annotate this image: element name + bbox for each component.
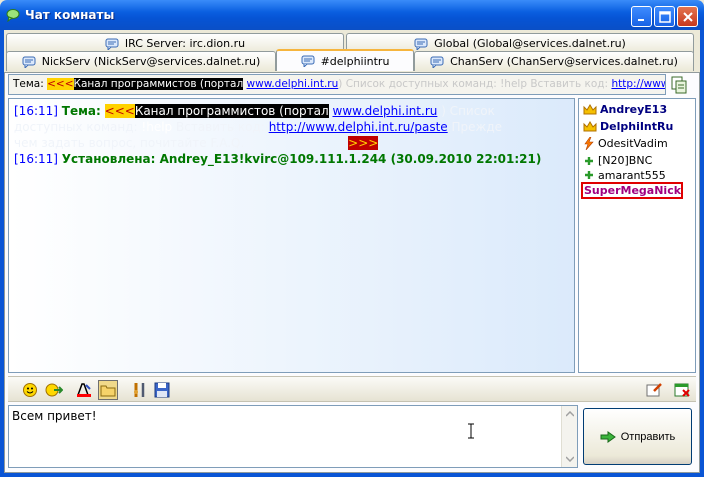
nick-name: DelphiIntRu [600, 120, 674, 133]
save-icon [154, 382, 170, 398]
message-input[interactable]: Всем привет! [8, 405, 578, 468]
nick-name: AndreyE13 [600, 103, 668, 116]
scroll-up-button[interactable] [562, 406, 578, 422]
settings-button[interactable] [130, 380, 150, 400]
faded-text: доступных команд: [14, 120, 138, 134]
topic-arrows: <<< [47, 78, 74, 90]
chevron-up-icon [566, 411, 574, 417]
send-action-button[interactable] [44, 380, 64, 400]
topic-link[interactable]: www.delphi.int.ru [333, 104, 438, 118]
plus-icon [585, 171, 593, 179]
nick-item[interactable]: [N20]BNC [579, 152, 695, 169]
topic-label: Тема: [61, 104, 101, 118]
plus-icon [585, 156, 593, 165]
lightning-icon [584, 137, 594, 150]
nick-item[interactable]: AndreyE13 [579, 101, 695, 118]
topic-label: Тема: [13, 78, 44, 90]
crown-icon [583, 103, 597, 114]
paste-link[interactable]: http://www.delphi.int.ru/paste [269, 120, 448, 134]
faded-text: чем задать вопрос, почитайте F.A.Q. [14, 136, 245, 150]
crown-icon [583, 120, 597, 131]
nick-item-highlighted[interactable]: SuperMegaNick [581, 182, 683, 199]
chat-message: [16:11] Установлена: Andrey_E13!kvirc@10… [14, 151, 569, 167]
clear-input-button[interactable] [644, 380, 664, 400]
chat-bubble-icon [6, 9, 20, 22]
maximize-icon [659, 11, 671, 23]
chat-tab-icon [430, 56, 444, 68]
close-window-icon [674, 383, 690, 397]
nick-item[interactable]: amarant555 [579, 169, 695, 181]
nick-item[interactable]: DelphiIntRu [579, 118, 695, 135]
format-toolbar [8, 376, 696, 402]
tab-label: IRC Server: irc.dion.ru [124, 37, 246, 50]
arrow-right-icon [600, 430, 616, 443]
nick-name: [N20]BNC [598, 154, 653, 167]
log-button[interactable] [98, 380, 118, 400]
tab-label: Global (Global@services.dalnet.ru) [434, 37, 626, 50]
input-scrollbar[interactable] [561, 406, 577, 467]
tab-label: #delphiintru [320, 54, 390, 68]
nick-name: amarant555 [598, 169, 666, 181]
nick-list[interactable]: AndreyE13 DelphiIntRu OdesitVadim [N20]B… [578, 98, 696, 373]
chat-tab-icon [301, 55, 315, 67]
topic-arrows: <<< [104, 104, 135, 118]
help-command: !help [141, 120, 173, 134]
nick-item[interactable]: OdesitVadim [579, 135, 695, 152]
faded-text: ) Список [441, 104, 495, 118]
topic-faded-text: ) Список доступных команд: !help Вставит… [338, 78, 609, 90]
color-text-button[interactable] [74, 380, 94, 400]
topic-channel-text: Канал программистов (портал [134, 104, 329, 118]
message-time: [16:11] [14, 104, 58, 118]
copy-icon [671, 76, 687, 94]
chat-message: [16:11] Тема: <<<Канал программистов (по… [14, 103, 569, 151]
topic-channel-text: Канал программистов (портал [73, 78, 244, 90]
topic-link[interactable]: www.delphi.int.ru [247, 78, 339, 90]
tab-label: ChanServ (ChanServ@services.dalnet.ru) [450, 55, 678, 68]
folder-icon [100, 385, 116, 397]
nick-name: OdesitVadim [598, 137, 668, 150]
message-time: [16:11] [14, 152, 58, 166]
text-color-icon [77, 383, 91, 397]
scroll-down-button[interactable] [562, 451, 578, 467]
topic-link-paste[interactable]: http://www.delph [611, 78, 665, 90]
faded-text: Прежде [451, 120, 503, 134]
nick-name: SuperMegaNick [584, 184, 682, 197]
copy-topic-button[interactable] [669, 75, 691, 95]
chat-log[interactable]: [16:11] Тема: <<<Канал программистов (по… [8, 98, 575, 373]
tab-nickserv[interactable]: NickServ (NickServ@services.dalnet.ru) [6, 51, 276, 71]
send-button-label: Отправить [620, 430, 676, 443]
topic-end-arrows: >>> [348, 136, 379, 150]
smiley-button[interactable] [20, 380, 40, 400]
send-button[interactable]: Отправить [583, 408, 692, 465]
message-text: Установлена: Andrey_E13!kvirc@109.111.1.… [61, 152, 542, 166]
tab-label: NickServ (NickServ@services.dalnet.ru) [41, 55, 261, 68]
chevron-down-icon [566, 456, 574, 462]
minimize-button[interactable] [631, 6, 652, 27]
save-button[interactable] [152, 380, 172, 400]
arrow-smiley-icon [45, 383, 63, 397]
close-icon [683, 12, 693, 22]
text-cursor-icon [468, 423, 474, 439]
chat-tab-icon [22, 56, 36, 68]
tab-delphiintru[interactable]: #delphiintru [276, 49, 414, 71]
minimize-icon [638, 19, 644, 21]
tab-chanserv[interactable]: ChanServ (ChanServ@services.dalnet.ru) [414, 51, 694, 71]
topic-bar[interactable]: Тема: <<<Канал программистов (портал www… [8, 74, 666, 95]
smiley-icon [23, 383, 37, 397]
maximize-button[interactable] [654, 6, 675, 27]
close-button[interactable] [677, 6, 698, 27]
title-bar[interactable]: Чат комнаты [0, 0, 704, 30]
edit-clear-icon [646, 383, 662, 397]
window-title: Чат комнаты [25, 8, 115, 22]
faded-text: Вставить код: [176, 120, 265, 134]
chat-tab-icon [414, 38, 428, 50]
close-channel-button[interactable] [672, 380, 692, 400]
chat-tab-icon [105, 38, 119, 50]
tools-icon [134, 383, 145, 397]
